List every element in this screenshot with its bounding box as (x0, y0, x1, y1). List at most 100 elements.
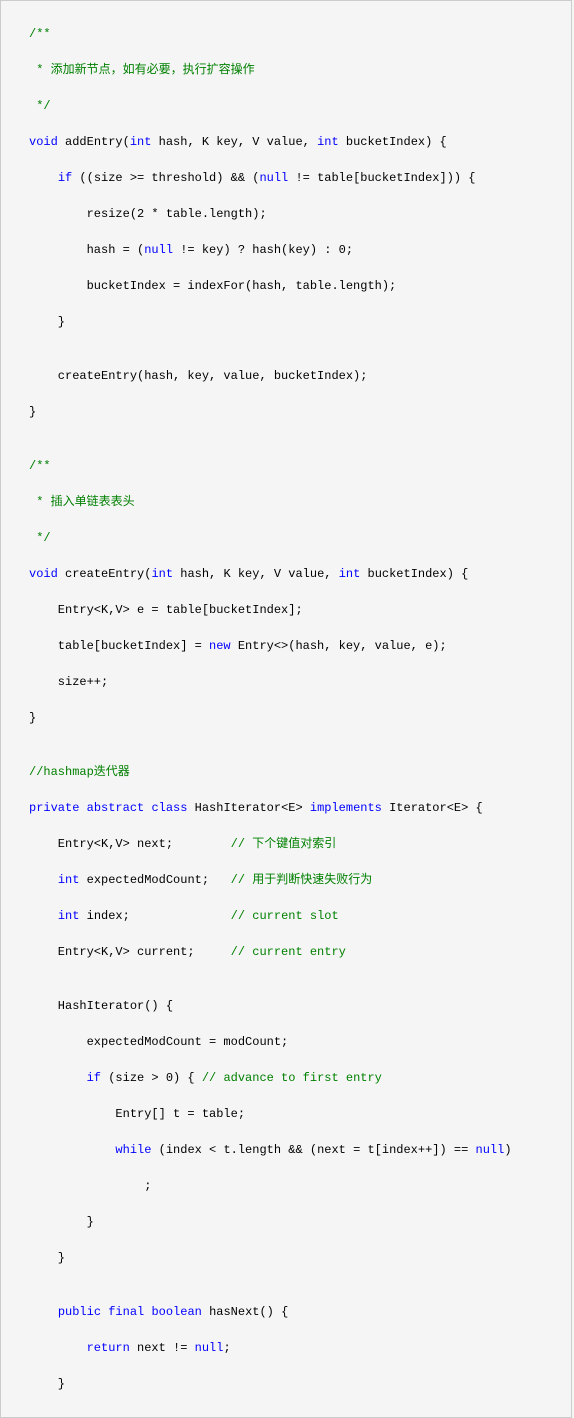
code-line: int index; // current slot (5, 907, 571, 925)
code-text: hash = ( (29, 243, 144, 257)
code-line: } (5, 709, 571, 727)
code-text: hash, K key, V value, (151, 135, 317, 149)
comment: /** (29, 27, 51, 41)
code-text: Entry<K,V> next; (29, 837, 231, 851)
comment: // 下个键值对索引 (231, 837, 337, 851)
keyword: implements (310, 801, 382, 815)
code-line: createEntry(hash, key, value, bucketInde… (5, 367, 571, 385)
code-text: createEntry( (58, 567, 152, 581)
code-line: return next != null; (5, 1339, 571, 1357)
comment: */ (29, 531, 51, 545)
code-line: ; (5, 1177, 571, 1195)
keyword: void (29, 567, 58, 581)
code-text: resize(2 * table.length); (29, 207, 267, 221)
code-line: int expectedModCount; // 用于判断快速失败行为 (5, 871, 571, 889)
comment: */ (29, 99, 51, 113)
keyword: null (144, 243, 173, 257)
code-line: table[bucketIndex] = new Entry<>(hash, k… (5, 637, 571, 655)
code-line: Entry<K,V> current; // current entry (5, 943, 571, 961)
code-line: bucketIndex = indexFor(hash, table.lengt… (5, 277, 571, 295)
keyword: int (339, 567, 361, 581)
code-text: != key) ? hash(key) : 0; (173, 243, 353, 257)
code-text: (index < t.length && (next = t[index++])… (151, 1143, 475, 1157)
code-text (29, 1341, 87, 1355)
code-text: hasNext() { (202, 1305, 288, 1319)
code-text: HashIterator() { (29, 999, 173, 1013)
keyword: null (476, 1143, 505, 1157)
code-line: } (5, 403, 571, 421)
code-text (29, 171, 58, 185)
keyword: abstract (87, 801, 145, 815)
code-text: ((size >= threshold) && ( (72, 171, 259, 185)
code-text (29, 1305, 58, 1319)
code-text: bucketIndex) { (360, 567, 468, 581)
code-text (29, 1143, 115, 1157)
code-line: void createEntry(int hash, K key, V valu… (5, 565, 571, 583)
keyword: private (29, 801, 79, 815)
keyword: int (58, 873, 80, 887)
code-line: private abstract class HashIterator<E> i… (5, 799, 571, 817)
code-text: bucketIndex = indexFor(hash, table.lengt… (29, 279, 396, 293)
code-text: } (29, 315, 65, 329)
code-text (29, 1071, 87, 1085)
code-line: while (index < t.length && (next = t[ind… (5, 1141, 571, 1159)
keyword: class (151, 801, 187, 815)
code-text: ) (504, 1143, 511, 1157)
code-text (144, 1305, 151, 1319)
code-text: createEntry(hash, key, value, bucketInde… (29, 369, 367, 383)
comment: // current entry (231, 945, 346, 959)
keyword: new (209, 639, 231, 653)
code-text: Entry<K,V> e = table[bucketIndex]; (29, 603, 303, 617)
keyword: int (151, 567, 173, 581)
code-text: Entry<>(hash, key, value, e); (231, 639, 447, 653)
code-text: != table[bucketIndex])) { (288, 171, 475, 185)
code-line: size++; (5, 673, 571, 691)
code-line: * 添加新节点，如有必要，执行扩容操作 (5, 61, 571, 79)
code-text: Iterator<E> { (382, 801, 483, 815)
code-line: public final boolean hasNext() { (5, 1303, 571, 1321)
code-text: } (29, 711, 36, 725)
code-text: } (29, 405, 36, 419)
keyword: null (195, 1341, 224, 1355)
keyword: int (317, 135, 339, 149)
code-text (29, 909, 58, 923)
comment: // advance to first entry (202, 1071, 382, 1085)
code-text (101, 1305, 108, 1319)
comment: * 插入单链表表头 (29, 495, 135, 509)
code-text: table[bucketIndex] = (29, 639, 209, 653)
code-line: */ (5, 97, 571, 115)
code-text: expectedModCount = modCount; (29, 1035, 288, 1049)
code-line: /** (5, 25, 571, 43)
code-text: ; (29, 1179, 151, 1193)
keyword: null (259, 171, 288, 185)
code-text: ; (223, 1341, 230, 1355)
code-line: hash = (null != key) ? hash(key) : 0; (5, 241, 571, 259)
code-line: } (5, 1249, 571, 1267)
code-text: Entry[] t = table; (29, 1107, 245, 1121)
code-line: * 插入单链表表头 (5, 493, 571, 511)
code-line: } (5, 1375, 571, 1393)
code-text: size++; (29, 675, 108, 689)
code-text: hash, K key, V value, (173, 567, 339, 581)
code-line: Entry[] t = table; (5, 1105, 571, 1123)
code-line: //hashmap迭代器 (5, 763, 571, 781)
code-text (79, 801, 86, 815)
code-text: } (29, 1377, 65, 1391)
code-text (29, 873, 58, 887)
code-text: addEntry( (58, 135, 130, 149)
comment: //hashmap迭代器 (29, 765, 130, 779)
code-text: Entry<K,V> current; (29, 945, 231, 959)
code-line: Entry<K,V> next; // 下个键值对索引 (5, 835, 571, 853)
keyword: public (58, 1305, 101, 1319)
keyword: boolean (151, 1305, 201, 1319)
code-line: expectedModCount = modCount; (5, 1033, 571, 1051)
code-line: if (size > 0) { // advance to first entr… (5, 1069, 571, 1087)
code-text: expectedModCount; (79, 873, 230, 887)
keyword: if (58, 171, 72, 185)
code-line: HashIterator() { (5, 997, 571, 1015)
code-text: } (29, 1251, 65, 1265)
code-line: */ (5, 529, 571, 547)
code-text: bucketIndex) { (339, 135, 447, 149)
code-line: Entry<K,V> e = table[bucketIndex]; (5, 601, 571, 619)
code-text: (size > 0) { (101, 1071, 202, 1085)
